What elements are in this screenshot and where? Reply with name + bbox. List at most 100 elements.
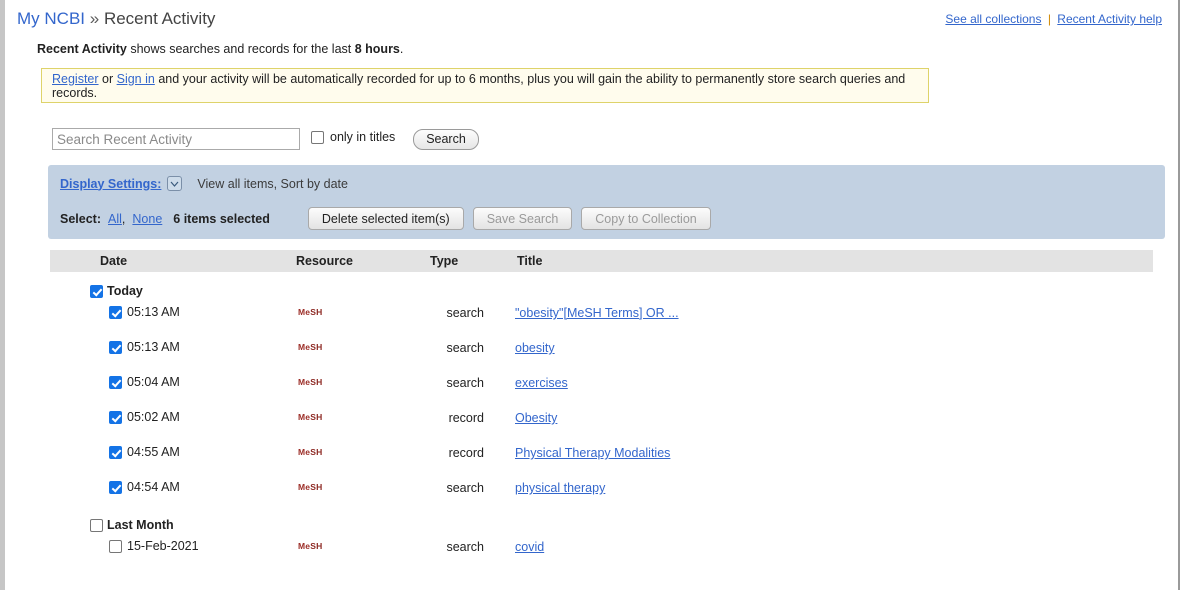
select-label: Select: — [60, 211, 101, 226]
row-date: 05:02 AM — [127, 410, 180, 424]
register-link[interactable]: Register — [52, 72, 99, 86]
table-row: 05:13 AM MeSH search "obesity"[MeSH Terms] … — [50, 305, 1153, 325]
items-selected-count: 6 items selected — [173, 211, 270, 226]
notice-or: or — [98, 71, 117, 86]
row-date: 04:55 AM — [127, 445, 180, 459]
search-button[interactable]: Search — [413, 129, 479, 150]
row-date-cell: 05:13 AM — [109, 305, 180, 319]
row-type: record — [448, 411, 484, 425]
resource-logo-mesh: MeSH — [298, 447, 323, 457]
table-row: 15-Feb-2021 MeSH search covid — [50, 539, 1153, 559]
resource-logo-mesh: MeSH — [298, 482, 323, 492]
description-middle: shows searches and records for the last — [126, 42, 355, 56]
only-in-titles-checkbox[interactable] — [311, 130, 324, 144]
display-settings-summary: View all items, Sort by date — [197, 176, 348, 191]
resource-logo-mesh: MeSH — [298, 412, 323, 422]
display-settings-row: Display Settings: View all items, Sort b… — [60, 176, 348, 191]
select-all-link[interactable]: All — [108, 212, 122, 226]
page-content: My NCBI » Recent Activity See all collec… — [5, 0, 1178, 590]
row-select-checkbox[interactable] — [109, 480, 122, 494]
top-links-separator: | — [1047, 12, 1051, 26]
row-select-checkbox[interactable] — [109, 305, 122, 319]
row-title-link[interactable]: "obesity"[MeSH Terms] OR ... — [515, 306, 679, 320]
row-title-link[interactable]: Obesity — [515, 411, 557, 425]
table-row: 05:04 AM MeSH search exercises — [50, 375, 1153, 395]
row-select-checkbox[interactable] — [109, 445, 122, 459]
save-search-button[interactable]: Save Search — [472, 207, 573, 230]
group-label: Today — [107, 284, 143, 298]
group-select-checkbox[interactable] — [90, 518, 103, 532]
row-type: search — [446, 540, 484, 554]
select-none-link[interactable]: None — [132, 212, 162, 226]
row-title-link[interactable]: obesity — [515, 341, 555, 355]
description-period: . — [399, 42, 404, 56]
see-all-collections-link[interactable]: See all collections — [945, 12, 1041, 26]
page-root: My NCBI » Recent Activity See all collec… — [0, 0, 1192, 590]
search-input[interactable] — [52, 128, 300, 150]
only-in-titles-control[interactable]: only in titles — [311, 130, 395, 144]
delete-selected-items-button[interactable]: Delete selected item(s) — [307, 207, 464, 230]
chevron-down-icon[interactable] — [167, 176, 183, 191]
row-title-cell: Obesity — [515, 411, 557, 425]
row-type: search — [446, 341, 484, 355]
resource-logo-mesh: MeSH — [298, 307, 323, 317]
row-title-link[interactable]: exercises — [515, 376, 568, 390]
row-title-cell: exercises — [515, 376, 568, 390]
row-date-cell: 05:13 AM — [109, 340, 180, 354]
select-separator: , — [121, 211, 126, 226]
breadcrumb: My NCBI » Recent Activity — [17, 9, 215, 29]
row-date-cell: 05:04 AM — [109, 375, 180, 389]
resource-logo-mesh: MeSH — [298, 342, 323, 352]
table-header: Date Resource Type Title — [50, 250, 1153, 272]
row-select-checkbox[interactable] — [109, 410, 122, 424]
description-strong-prefix: Recent Activity — [37, 42, 127, 56]
breadcrumb-link-my-ncbi[interactable]: My NCBI — [17, 9, 85, 28]
resource-logo-mesh: MeSH — [298, 377, 323, 387]
group-select-checkbox[interactable] — [90, 284, 103, 298]
column-header-resource: Resource — [296, 254, 353, 268]
page-description: Recent Activity shows searches and recor… — [37, 42, 403, 56]
display-settings-panel: Display Settings: View all items, Sort b… — [48, 165, 1165, 239]
copy-to-collection-button[interactable]: Copy to Collection — [581, 207, 711, 230]
row-title-cell: "obesity"[MeSH Terms] OR ... — [515, 306, 679, 320]
signin-link[interactable]: Sign in — [117, 72, 155, 86]
row-date-cell: 15-Feb-2021 — [109, 539, 199, 553]
breadcrumb-current: Recent Activity — [103, 9, 216, 28]
group-header-row: Today — [90, 284, 143, 298]
row-title-cell: obesity — [515, 341, 555, 355]
row-type: search — [446, 306, 484, 320]
row-title-link[interactable]: covid — [515, 540, 544, 554]
row-select-checkbox[interactable] — [109, 539, 122, 553]
table-row: 05:13 AM MeSH search obesity — [50, 340, 1153, 360]
selection-row: Select: All, None 6 items selected Delet… — [60, 207, 711, 230]
description-strong-suffix: 8 hours — [354, 42, 400, 56]
resource-logo-mesh: MeSH — [298, 541, 323, 551]
group-header-row: Last Month — [90, 518, 174, 532]
recent-activity-help-link[interactable]: Recent Activity help — [1057, 12, 1162, 26]
only-in-titles-label: only in titles — [330, 130, 396, 144]
row-date: 05:13 AM — [127, 305, 180, 319]
row-title-cell: physical therapy — [515, 481, 605, 495]
row-title-link[interactable]: physical therapy — [515, 481, 605, 495]
table-row: 04:55 AM MeSH record Physical Therapy Modal… — [50, 445, 1153, 465]
row-select-checkbox[interactable] — [109, 375, 122, 389]
row-date-cell: 04:55 AM — [109, 445, 180, 459]
row-date: 05:13 AM — [127, 340, 180, 354]
table-row: 05:02 AM MeSH record Obesity — [50, 410, 1153, 430]
window-right-gutter — [1180, 0, 1192, 590]
row-type: search — [446, 376, 484, 390]
row-date: 15-Feb-2021 — [127, 539, 199, 553]
column-header-type: Type — [430, 254, 459, 268]
row-date-cell: 04:54 AM — [109, 480, 180, 494]
column-header-title: Title — [517, 254, 543, 268]
row-title-cell: Physical Therapy Modalities — [515, 446, 670, 460]
display-settings-link[interactable]: Display Settings: — [60, 177, 161, 191]
table-row: 04:54 AM MeSH search physical therapy — [50, 480, 1153, 500]
row-title-cell: covid — [515, 540, 544, 554]
row-title-link[interactable]: Physical Therapy Modalities — [515, 446, 670, 460]
row-type: record — [448, 446, 484, 460]
breadcrumb-separator: » — [89, 9, 100, 28]
column-header-date: Date — [100, 254, 128, 268]
row-select-checkbox[interactable] — [109, 340, 122, 354]
signin-notice: Register or Sign in and your activity wi… — [41, 68, 929, 103]
